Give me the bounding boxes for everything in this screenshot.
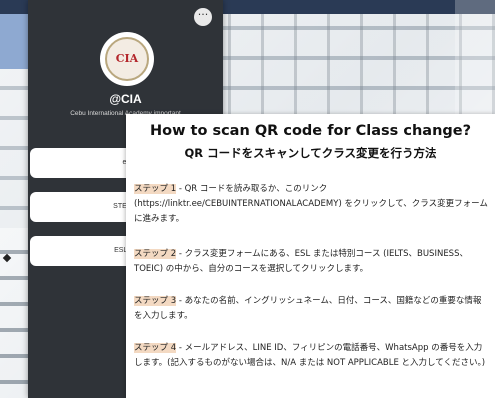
step-2: ステップ 2 - クラス変更フォームにある、ESL または特別コース (IELT… — [134, 247, 489, 277]
step-text: - あなたの名前、イングリッシュネーム、日付、コース、国籍などの重要な情報を入力… — [134, 296, 482, 321]
screen: ··· CIA @CIA Cebu International Academy … — [0, 0, 495, 398]
step-text: - メールアドレス、LINE ID、フィリピンの電話番号、WhatsApp の番… — [134, 343, 486, 368]
step-1: ステップ 1 - QR コードを読み取るか、このリンク (https://lin… — [134, 182, 489, 227]
logo-text: CIA — [115, 52, 139, 65]
step-3: ステップ 3 - あなたの名前、イングリッシュネーム、日付、コース、国籍などの重… — [134, 294, 489, 324]
cia-logo: CIA — [100, 32, 154, 86]
card-title: How to scan QR code for Class change? — [149, 123, 472, 139]
more-options-button[interactable]: ··· — [194, 8, 212, 26]
step-label: ステップ 3 — [134, 296, 177, 306]
logo-seal: CIA — [105, 37, 149, 81]
step-4: ステップ 4 - メールアドレス、LINE ID、フィリピンの電話番号、What… — [134, 341, 489, 371]
step-text: - QR コードを読み取るか、このリンク (https://linktr.ee/… — [134, 184, 488, 224]
step-text: - クラス変更フォームにある、ESL または特別コース (IELTS、BUSIN… — [134, 249, 468, 274]
card-subtitle: QR コードをスキャンしてクラス変更を行う方法 — [184, 146, 437, 160]
profile-handle: @CIA — [109, 92, 142, 106]
step-label: ステップ 4 — [134, 343, 177, 353]
step-label: ステップ 1 — [134, 184, 177, 194]
step-label: ステップ 2 — [134, 249, 177, 259]
instruction-card: How to scan QR code for Class change? QR… — [126, 114, 495, 398]
